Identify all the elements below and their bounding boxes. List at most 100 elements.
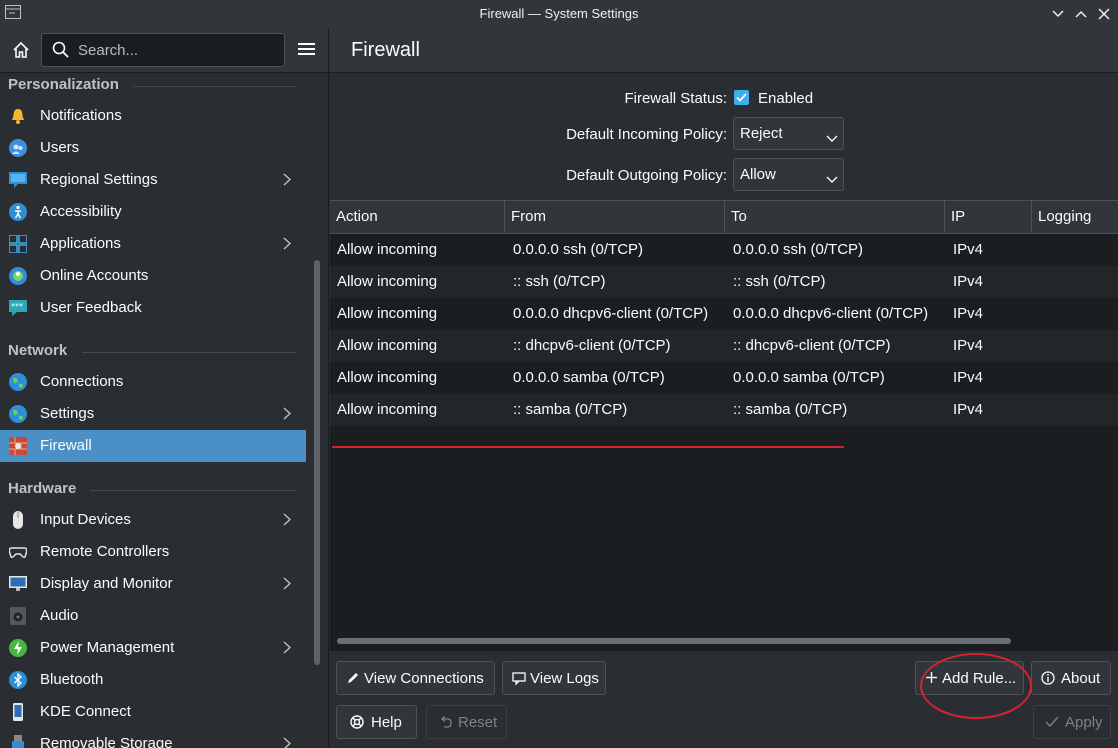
firewall-status-label: Firewall Status: [624, 90, 727, 107]
cell-action: Allow incoming [337, 337, 438, 354]
firewall-icon [9, 437, 27, 455]
column-header-from[interactable]: From [505, 201, 725, 233]
sidebar-item-display-and-monitor[interactable]: Display and Monitor [0, 568, 306, 600]
applications-icon [8, 234, 28, 254]
section-hardware: Hardware [8, 480, 297, 497]
chevron-down-icon [826, 130, 838, 147]
button-label: Reset [458, 714, 498, 731]
sidebar-item-label: Bluetooth [40, 671, 104, 688]
sidebar-item-label: Connections [40, 373, 124, 390]
minimize-icon[interactable] [1049, 5, 1067, 23]
sidebar-item-label: Online Accounts [40, 267, 149, 284]
table-row[interactable]: Allow incoming 0.0.0.0 samba (0/TCP) 0.0… [330, 362, 1118, 394]
sidebar-item-label: Remote Controllers [40, 543, 170, 560]
kde-connect-icon [9, 703, 27, 721]
sidebar-item-kde-connect[interactable]: KDE Connect [0, 696, 306, 728]
sidebar-item-regional-settings[interactable]: Regional Settings [0, 164, 306, 196]
sidebar-item-users[interactable]: Users [0, 132, 306, 164]
sidebar-item-label: Users [40, 139, 80, 156]
apply-button[interactable]: Apply [1033, 705, 1111, 739]
sidebar-item-user-feedback[interactable]: *** User Feedback [0, 292, 306, 324]
cell-to: :: ssh (0/TCP) [733, 273, 826, 290]
table-row[interactable]: Allow incoming 0.0.0.0 dhcpv6-client (0/… [330, 298, 1118, 330]
help-icon [350, 715, 364, 733]
cell-action: Allow incoming [337, 305, 438, 322]
table-row[interactable]: Allow incoming :: dhcpv6-client (0/TCP) … [330, 330, 1118, 362]
sidebar-item-audio[interactable]: Audio [0, 600, 306, 632]
hamburger-menu-button[interactable] [294, 37, 318, 61]
mouse-icon [9, 511, 27, 529]
column-header-ip[interactable]: IP [945, 201, 1032, 233]
column-header-to[interactable]: To [725, 201, 945, 233]
home-button[interactable] [8, 36, 34, 64]
sidebar-item-power-management[interactable]: Power Management [0, 632, 306, 664]
search-icon [52, 41, 69, 62]
column-header-action[interactable]: Action [330, 201, 505, 233]
annotation-underline [332, 446, 844, 448]
cell-ip: IPv4 [953, 337, 984, 354]
svg-text:***: *** [11, 302, 23, 311]
sidebar-item-removable-storage[interactable]: Removable Storage [0, 728, 306, 748]
rules-table: Action From To IP Logging Allow incoming… [330, 200, 1118, 651]
cell-ip: IPv4 [953, 369, 984, 386]
view-connections-button[interactable]: View Connections [336, 661, 495, 695]
table-row[interactable]: Allow incoming :: ssh (0/TCP) :: ssh (0/… [330, 266, 1118, 298]
sidebar-item-label: KDE Connect [40, 703, 131, 720]
cell-action: Allow incoming [337, 273, 438, 290]
outgoing-policy-value: Allow [740, 166, 776, 183]
sidebar-item-label: User Feedback [40, 299, 142, 316]
reset-button[interactable]: Reset [426, 705, 507, 739]
section-title: Hardware [8, 480, 77, 497]
window-title: Firewall — System Settings [479, 6, 639, 21]
help-button[interactable]: Help [336, 705, 417, 739]
window-titlebar: Firewall — System Settings [0, 0, 1118, 28]
outgoing-policy-select[interactable]: Allow [733, 158, 844, 191]
firewall-enabled-checkbox[interactable] [734, 90, 749, 105]
cell-to: 0.0.0.0 dhcpv6-client (0/TCP) [733, 305, 929, 322]
sidebar-item-label: Notifications [40, 107, 122, 124]
sidebar-item-input-devices[interactable]: Input Devices [0, 504, 306, 536]
button-label: Help [371, 714, 402, 731]
online-accounts-icon [9, 267, 27, 285]
cell-to: :: samba (0/TCP) [733, 401, 848, 418]
sidebar-item-notifications[interactable]: Notifications [0, 100, 306, 132]
sidebar-item-online-accounts[interactable]: Online Accounts [0, 260, 306, 292]
sidebar-item-remote-controllers[interactable]: Remote Controllers [0, 536, 306, 568]
table-header: Action From To IP Logging [330, 201, 1118, 234]
cell-from: 0.0.0.0 samba (0/TCP) [513, 369, 665, 386]
cell-action: Allow incoming [337, 401, 438, 418]
sidebar-item-network-settings[interactable]: Settings [0, 398, 306, 430]
sidebar-item-accessibility[interactable]: Accessibility [0, 196, 306, 228]
sidebar-item-bluetooth[interactable]: Bluetooth [0, 664, 306, 696]
pen-icon [346, 671, 360, 689]
checkmark-icon [1045, 715, 1059, 732]
table-row[interactable]: Allow incoming :: samba (0/TCP) :: samba… [330, 394, 1118, 426]
firewall-enabled-label[interactable]: Enabled [758, 90, 813, 107]
globe-icon [9, 405, 27, 423]
table-row[interactable]: Allow incoming 0.0.0.0 ssh (0/TCP) 0.0.0… [330, 234, 1118, 266]
incoming-policy-select[interactable]: Reject [733, 117, 844, 150]
page-header: Firewall [329, 28, 1118, 73]
gamepad-icon [8, 543, 28, 561]
cell-from: :: ssh (0/TCP) [513, 273, 606, 290]
sidebar-scrollbar[interactable] [314, 260, 320, 665]
column-header-logging[interactable]: Logging [1032, 201, 1118, 233]
cell-ip: IPv4 [953, 305, 984, 322]
search-input[interactable]: Search... [41, 33, 285, 67]
view-logs-button[interactable]: View Logs [502, 661, 606, 695]
sidebar-item-label: Settings [40, 405, 95, 422]
sidebar-item-connections[interactable]: Connections [0, 366, 306, 398]
close-icon[interactable] [1095, 5, 1113, 23]
about-button[interactable]: About [1031, 661, 1111, 695]
sidebar-item-firewall[interactable]: Firewall [0, 430, 306, 462]
table-horizontal-scrollbar[interactable] [337, 638, 1011, 644]
maximize-icon[interactable] [1072, 5, 1090, 23]
cell-to: 0.0.0.0 ssh (0/TCP) [733, 241, 864, 258]
sidebar-item-applications[interactable]: Applications [0, 228, 306, 260]
sidebar-list: Personalization Notifications Users Regi… [0, 72, 306, 748]
cell-from: 0.0.0.0 dhcpv6-client (0/TCP) [513, 305, 709, 322]
page-title: Firewall [351, 39, 420, 61]
incoming-policy-value: Reject [740, 125, 783, 142]
button-label: View Logs [530, 670, 599, 687]
power-icon [9, 639, 27, 657]
